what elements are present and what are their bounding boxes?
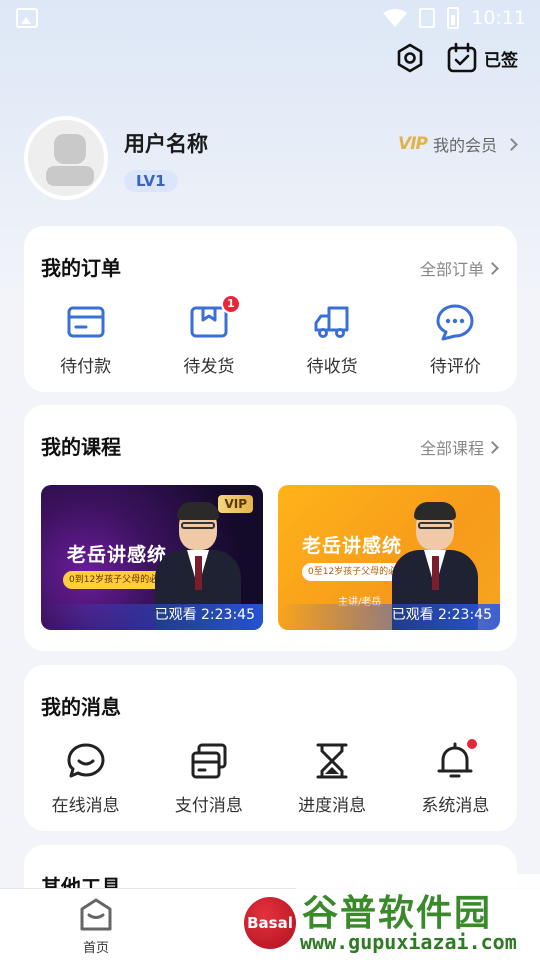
no-sim-icon xyxy=(419,8,436,28)
avatar[interactable] xyxy=(24,116,108,200)
order-item-label: 待收货 xyxy=(306,357,358,377)
orders-card: 我的订单 全部订单 待付款 1 待发货 待收货 待评价 xyxy=(24,226,517,392)
signed-label: 已签 xyxy=(484,50,518,71)
message-item-label: 在线消息 xyxy=(51,796,120,816)
order-pending-receipt[interactable]: 待收货 xyxy=(271,302,394,377)
settings-hexagon-icon[interactable] xyxy=(394,42,426,74)
vip-icon: VIP xyxy=(398,134,428,154)
watermark-title: 谷普软件园 xyxy=(302,893,493,934)
battery-icon xyxy=(447,7,460,29)
message-item-label: 进度消息 xyxy=(298,796,367,816)
course-card[interactable]: 老岳讲感统 0至12岁孩子父母的必修课 主讲/老岳 已观看 2:23:45 xyxy=(278,485,500,630)
sign-in-button[interactable]: 已签 xyxy=(446,42,518,74)
chevron-right-icon xyxy=(505,137,518,151)
level-badge: LV1 xyxy=(124,170,178,192)
course-card[interactable]: 老岳讲感统 0到12岁孩子父母的必修课 VIP 已观看 2:23:45 xyxy=(41,485,263,630)
watermark-url: www.gupuxiazai.com xyxy=(300,930,517,954)
orders-title: 我的订单 xyxy=(41,256,121,280)
tab-home-label: 首页 xyxy=(82,941,109,956)
course-title: 老岳讲感统 xyxy=(67,544,168,566)
gallery-notification-icon xyxy=(16,8,38,28)
wifi-icon xyxy=(383,9,408,27)
tab-home[interactable]: 首页 xyxy=(76,897,116,956)
chat-bubble-icon xyxy=(436,304,474,341)
username: 用户名称 xyxy=(124,132,208,156)
status-bar: 10:11 xyxy=(0,0,540,36)
message-online[interactable]: 在线消息 xyxy=(24,741,147,816)
watermark: 谷普软件园 www.gupuxiazai.com xyxy=(296,874,540,960)
all-orders-label: 全部订单 xyxy=(419,260,484,279)
all-orders-link[interactable]: 全部订单 xyxy=(419,256,499,280)
message-system[interactable]: 系统消息 xyxy=(394,739,517,816)
chat-icon xyxy=(67,743,105,778)
my-membership-link[interactable]: VIP 我的会员 xyxy=(398,132,518,156)
vip-tag: VIP xyxy=(218,495,253,513)
basal-logo: Basal xyxy=(244,897,296,949)
chevron-right-icon xyxy=(486,440,499,454)
course-title: 老岳讲感统 xyxy=(302,535,403,557)
profile-section: 用户名称 LV1 VIP 我的会员 xyxy=(24,116,518,202)
wallet-card-icon xyxy=(67,306,105,338)
member-label: 我的会员 xyxy=(432,136,497,155)
message-item-label: 支付消息 xyxy=(174,796,243,816)
cards-icon xyxy=(191,743,227,779)
order-pending-shipment[interactable]: 1 待发货 xyxy=(147,294,270,377)
order-pending-payment[interactable]: 待付款 xyxy=(24,302,147,377)
order-item-label: 待评价 xyxy=(429,357,481,377)
order-item-label: 待发货 xyxy=(183,357,235,377)
status-time: 10:11 xyxy=(471,7,526,29)
unread-dot xyxy=(467,739,478,749)
messages-title: 我的消息 xyxy=(41,695,121,719)
shipment-count-badge: 1 xyxy=(220,294,241,314)
courses-card: 我的课程 全部课程 老岳讲感统 0到12岁孩子父母的必修课 VIP 已观看 2:… xyxy=(24,405,517,651)
watched-duration: 已观看 2:23:45 xyxy=(154,607,255,623)
hourglass-icon xyxy=(316,743,348,779)
order-pending-review[interactable]: 待评价 xyxy=(394,302,517,377)
all-courses-label: 全部课程 xyxy=(419,439,484,458)
message-payment[interactable]: 支付消息 xyxy=(147,741,270,816)
home-icon xyxy=(80,898,112,931)
truck-icon xyxy=(314,306,349,338)
chevron-right-icon xyxy=(486,261,499,275)
calendar-check-icon xyxy=(447,42,477,73)
messages-card: 我的消息 在线消息 支付消息 进度消息 系统消息 xyxy=(24,665,517,831)
all-courses-link[interactable]: 全部课程 xyxy=(419,435,499,459)
message-item-label: 系统消息 xyxy=(421,796,490,816)
courses-title: 我的课程 xyxy=(41,435,121,459)
order-item-label: 待付款 xyxy=(60,357,112,377)
watched-duration: 已观看 2:23:45 xyxy=(391,607,492,623)
message-progress[interactable]: 进度消息 xyxy=(271,741,394,816)
header-actions: 已签 xyxy=(394,42,518,74)
